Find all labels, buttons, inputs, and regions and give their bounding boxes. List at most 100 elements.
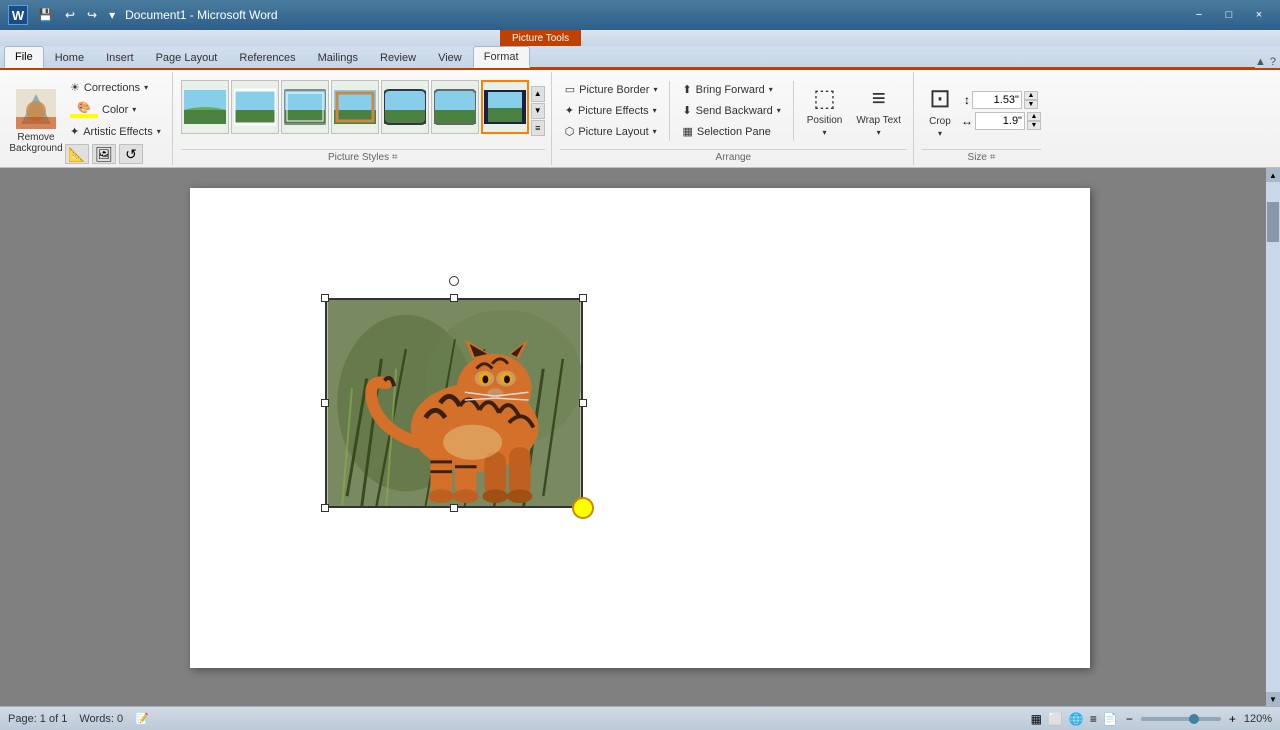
height-spin-down[interactable]: ▼ bbox=[1024, 100, 1038, 109]
picture-effects-button[interactable]: ✦ Picture Effects ▾ bbox=[560, 101, 663, 120]
width-spin-up[interactable]: ▲ bbox=[1027, 112, 1041, 121]
artistic-dropdown-arrow: ▾ bbox=[157, 127, 161, 136]
status-bar: Page: 1 of 1 Words: 0 📝 ▦ ⬜ 🌐 ≡ 📄 − + 12… bbox=[0, 706, 1280, 730]
style-thumb-3[interactable] bbox=[281, 80, 329, 134]
view-web-button[interactable]: 🌐 bbox=[1069, 712, 1084, 726]
picture-layout-button[interactable]: ⬡ Picture Layout ▾ bbox=[560, 122, 663, 141]
picture-styles-group: ▲ ▼ ≡ Picture Styles ⌗ bbox=[175, 72, 552, 165]
tab-file[interactable]: File bbox=[4, 46, 44, 68]
color-indicator bbox=[70, 114, 98, 118]
view-full-button[interactable]: ⬜ bbox=[1048, 712, 1063, 726]
wrap-text-button[interactable]: ≡ Wrap Text ▾ bbox=[850, 80, 907, 141]
status-left: Page: 1 of 1 Words: 0 📝 bbox=[8, 712, 149, 725]
reset-picture-button[interactable]: ↺ bbox=[119, 144, 143, 164]
style-thumb-5[interactable] bbox=[381, 80, 429, 134]
tiger-image bbox=[325, 298, 583, 508]
gallery-down-button[interactable]: ▼ bbox=[531, 103, 545, 119]
scroll-thumb[interactable] bbox=[1267, 202, 1279, 242]
corrections-dropdown-arrow: ▾ bbox=[144, 83, 148, 92]
artistic-effects-button[interactable]: ✦ Artistic Effects ▾ bbox=[65, 122, 166, 141]
tab-insert[interactable]: Insert bbox=[95, 46, 145, 68]
send-backward-button[interactable]: ⬇ Send Backward ▾ bbox=[677, 101, 785, 120]
document-page bbox=[190, 188, 1090, 668]
view-draft-button[interactable]: 📄 bbox=[1103, 712, 1118, 726]
zoom-slider-thumb[interactable] bbox=[1189, 714, 1199, 724]
zoom-out-button[interactable]: − bbox=[1124, 712, 1135, 726]
bring-forward-button[interactable]: ⬆ Bring Forward ▾ bbox=[677, 80, 785, 99]
picture-border-icon: ▭ bbox=[565, 83, 575, 96]
style-thumb-6[interactable] bbox=[431, 80, 479, 134]
tab-review[interactable]: Review bbox=[369, 46, 427, 68]
style-thumb-2[interactable] bbox=[231, 80, 279, 134]
adjust-content: Remove Background ☀ Corrections ▾ 🎨 Colo… bbox=[10, 74, 166, 168]
position-button[interactable]: ⬚ Position ▾ bbox=[801, 80, 849, 141]
remove-bg-icon bbox=[16, 89, 56, 129]
close-button[interactable]: × bbox=[1246, 6, 1272, 24]
handle-middle-right[interactable] bbox=[579, 399, 587, 407]
tab-references[interactable]: References bbox=[228, 46, 306, 68]
picture-styles-dialog-launcher[interactable]: ⌗ bbox=[392, 152, 398, 163]
rotate-handle[interactable] bbox=[449, 276, 459, 286]
corrections-button[interactable]: ☀ Corrections ▾ bbox=[65, 78, 166, 97]
style-thumb-7[interactable] bbox=[481, 80, 529, 134]
tab-format[interactable]: Format bbox=[473, 46, 530, 68]
crop-button[interactable]: ⊡ Crop ▾ bbox=[922, 79, 958, 142]
width-icon: ↔ bbox=[961, 114, 973, 128]
scroll-up-button[interactable]: ▲ bbox=[1266, 168, 1280, 182]
arrange-col-1: ▭ Picture Border ▾ ✦ Picture Effects ▾ ⬡… bbox=[560, 80, 663, 141]
ribbon-collapse-button[interactable]: ▲ bbox=[1255, 56, 1266, 68]
view-outline-button[interactable]: ≡ bbox=[1090, 712, 1097, 726]
height-spin-up[interactable]: ▲ bbox=[1024, 91, 1038, 100]
tiger-image-container[interactable] bbox=[325, 298, 583, 508]
picture-styles-group-label: Picture Styles ⌗ bbox=[181, 149, 545, 163]
height-input[interactable]: 1.53" bbox=[972, 91, 1022, 109]
tab-page-layout[interactable]: Page Layout bbox=[145, 46, 229, 68]
size-group-label: Size ⌗ bbox=[922, 149, 1041, 163]
wrap-text-icon: ≡ bbox=[872, 85, 886, 113]
change-picture-button[interactable]: 🖼 bbox=[92, 144, 116, 164]
tab-home[interactable]: Home bbox=[44, 46, 95, 68]
window-controls: − □ × bbox=[1186, 6, 1272, 24]
remove-background-button[interactable]: Remove Background bbox=[10, 86, 62, 156]
width-spin-down[interactable]: ▼ bbox=[1027, 121, 1041, 130]
gallery-more-button[interactable]: ≡ bbox=[531, 120, 545, 136]
handle-top-right[interactable] bbox=[579, 294, 587, 302]
handle-top-left[interactable] bbox=[321, 294, 329, 302]
save-button[interactable]: 💾 bbox=[34, 6, 57, 24]
color-button[interactable]: 🎨 Color ▾ bbox=[65, 98, 166, 121]
minimize-button[interactable]: − bbox=[1186, 6, 1212, 24]
yellow-resize-dot[interactable] bbox=[572, 497, 594, 519]
tab-row: File Home Insert Page Layout References … bbox=[0, 46, 1280, 68]
picture-border-button[interactable]: ▭ Picture Border ▾ bbox=[560, 80, 663, 99]
undo-button[interactable]: ↩ bbox=[61, 6, 79, 24]
handle-top-middle[interactable] bbox=[450, 294, 458, 302]
title-bar: W 💾 ↩ ↪ ▾ Document1 - Microsoft Word − □… bbox=[0, 0, 1280, 30]
position-icon: ⬚ bbox=[813, 84, 836, 113]
spell-check-icon: 📝 bbox=[135, 712, 149, 725]
size-dialog-launcher[interactable]: ⌗ bbox=[990, 152, 996, 163]
ribbon-help-button[interactable]: ? bbox=[1270, 56, 1276, 68]
width-input[interactable]: 1.9" bbox=[975, 112, 1025, 130]
scroll-track bbox=[1266, 182, 1280, 692]
handle-middle-left[interactable] bbox=[321, 399, 329, 407]
redo-button[interactable]: ↪ bbox=[83, 6, 101, 24]
zoom-in-button[interactable]: + bbox=[1227, 712, 1238, 726]
picture-effects-arrow: ▾ bbox=[653, 106, 657, 115]
handle-bottom-left[interactable] bbox=[321, 504, 329, 512]
selection-pane-icon: ▦ bbox=[682, 125, 692, 138]
arrange-col-3: ⬚ Position ▾ ≡ Wrap Text ▾ bbox=[801, 80, 907, 141]
tab-view[interactable]: View bbox=[427, 46, 473, 68]
word-logo: W bbox=[8, 5, 28, 25]
style-thumb-1[interactable] bbox=[181, 80, 229, 134]
tab-mailings[interactable]: Mailings bbox=[307, 46, 369, 68]
gallery-up-button[interactable]: ▲ bbox=[531, 86, 545, 102]
selection-pane-button[interactable]: ▦ Selection Pane bbox=[677, 122, 785, 141]
customize-button[interactable]: ▾ bbox=[105, 6, 119, 24]
style-thumb-4[interactable] bbox=[331, 80, 379, 134]
view-print-button[interactable]: ▦ bbox=[1031, 712, 1042, 726]
compress-pictures-button[interactable]: 📐 bbox=[65, 144, 89, 164]
handle-bottom-middle[interactable] bbox=[450, 504, 458, 512]
maximize-button[interactable]: □ bbox=[1216, 6, 1242, 24]
picture-tools-label: Picture Tools bbox=[500, 30, 581, 46]
scroll-down-button[interactable]: ▼ bbox=[1266, 692, 1280, 706]
